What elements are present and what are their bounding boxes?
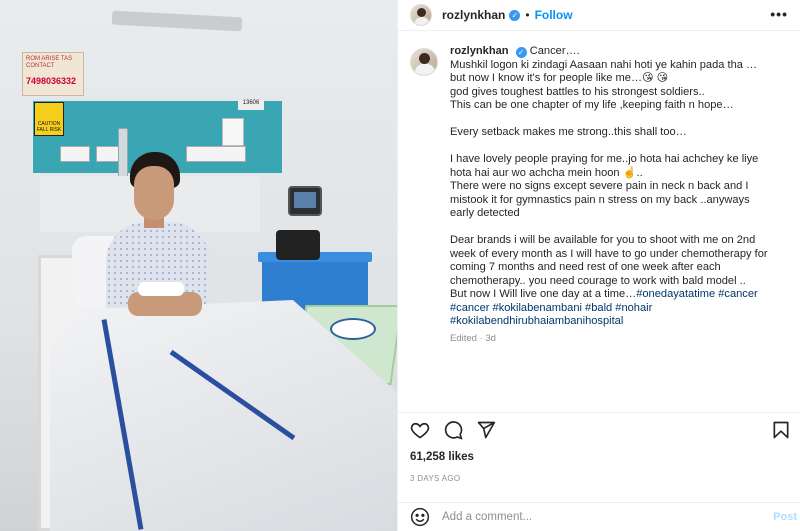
caption-line: But now I Will live one day at a time…#o…: [450, 288, 758, 300]
caption-line: week of every month as I will have to go…: [450, 247, 768, 260]
caption-meta: Edited · 3d: [450, 332, 496, 344]
caption-line: early detected: [450, 207, 520, 219]
caption-line: I have lovely people praying for me..jo …: [450, 153, 759, 165]
photo-tissue: [138, 282, 184, 296]
comment-icon[interactable]: [443, 420, 463, 440]
username-link[interactable]: rozlynkhan: [442, 8, 505, 22]
photo-plate: [330, 318, 376, 340]
caption-line: hota hai aur wo achcha mein hoon ☝️..: [450, 166, 643, 179]
photo-monitor: [288, 186, 322, 216]
caption-line: Dear brands i will be available for you …: [450, 234, 756, 246]
hashtag-link[interactable]: #onedayatatime #cancer: [636, 288, 758, 300]
caption-line: Every setback makes me strong..this shal…: [450, 126, 687, 138]
instagram-post: ROM ARISE TAS CONTACT 7498036332 CAUTION …: [0, 0, 800, 531]
caption-username-link[interactable]: rozlynkhan: [450, 45, 509, 57]
photo-wall-box: [222, 118, 244, 146]
emoji-icon[interactable]: [410, 507, 430, 527]
hashtag-link[interactable]: #kokilabendhirubhaiambanihospital: [450, 315, 786, 329]
verified-badge-icon: ✓: [509, 9, 521, 21]
photo-person-face: [134, 166, 174, 220]
photo-outlet: [60, 146, 90, 162]
post-photo[interactable]: ROM ARISE TAS CONTACT 7498036332 CAUTION …: [0, 0, 397, 531]
more-options-icon[interactable]: •••: [770, 6, 788, 22]
heart-icon[interactable]: [410, 420, 430, 440]
caption-body: rozlynkhan ✓ Cancer…. Mushkil logon ki z…: [450, 45, 786, 345]
photo-wall-sign: ROM ARISE TAS CONTACT 7498036332: [22, 52, 84, 96]
caption-line: coming 7 months and need rest of one wee…: [450, 261, 721, 273]
post-side-panel: rozlynkhan ✓ • Follow ••• rozlynkhan ✓ C…: [397, 0, 800, 531]
avatar[interactable]: [410, 4, 432, 26]
caption-line: god gives toughest battles to his strong…: [450, 85, 705, 98]
post-header: rozlynkhan ✓ • Follow •••: [398, 0, 800, 31]
action-bar: [398, 412, 800, 446]
caption-line: This can be one chapter of my life ,keep…: [450, 99, 734, 111]
caption-line: mistook it for gymnastics pain n stress …: [450, 193, 750, 206]
hashtag-link[interactable]: #cancer #kokilabenambani #bald #nohair: [450, 302, 786, 316]
follow-button[interactable]: Follow: [535, 8, 573, 22]
separator-dot: •: [525, 8, 530, 22]
caption-line: Mushkil logon ki zindagi Aasaan nahi hot…: [450, 58, 758, 71]
caption-line: but now I know it's for people like me…😘…: [450, 72, 669, 84]
caption-line: There were no signs except severe pain i…: [450, 180, 749, 192]
post-timestamp[interactable]: 3 DAYS AGO: [410, 474, 460, 483]
caption-line: rozlynkhan ✓ Cancer….: [450, 45, 580, 58]
post-comment-button[interactable]: Post: [773, 511, 797, 523]
comment-box: Post: [398, 502, 800, 531]
photo-telephone: [276, 230, 320, 260]
share-icon[interactable]: [476, 420, 496, 440]
verified-badge-icon: ✓: [515, 47, 527, 58]
comment-input[interactable]: [442, 511, 742, 523]
photo-caution-sign: CAUTION FALL RISK: [34, 102, 64, 136]
like-count[interactable]: 61,258 likes: [410, 451, 474, 463]
caption: rozlynkhan ✓ Cancer…. Mushkil logon ki z…: [398, 45, 798, 345]
caption-avatar[interactable]: [410, 48, 438, 76]
photo-outlet: [186, 146, 246, 162]
caption-line: chemotherapy.. you need courage to work …: [450, 274, 746, 287]
bookmark-icon[interactable]: [771, 420, 791, 440]
photo-room-number: 13606: [238, 100, 264, 110]
